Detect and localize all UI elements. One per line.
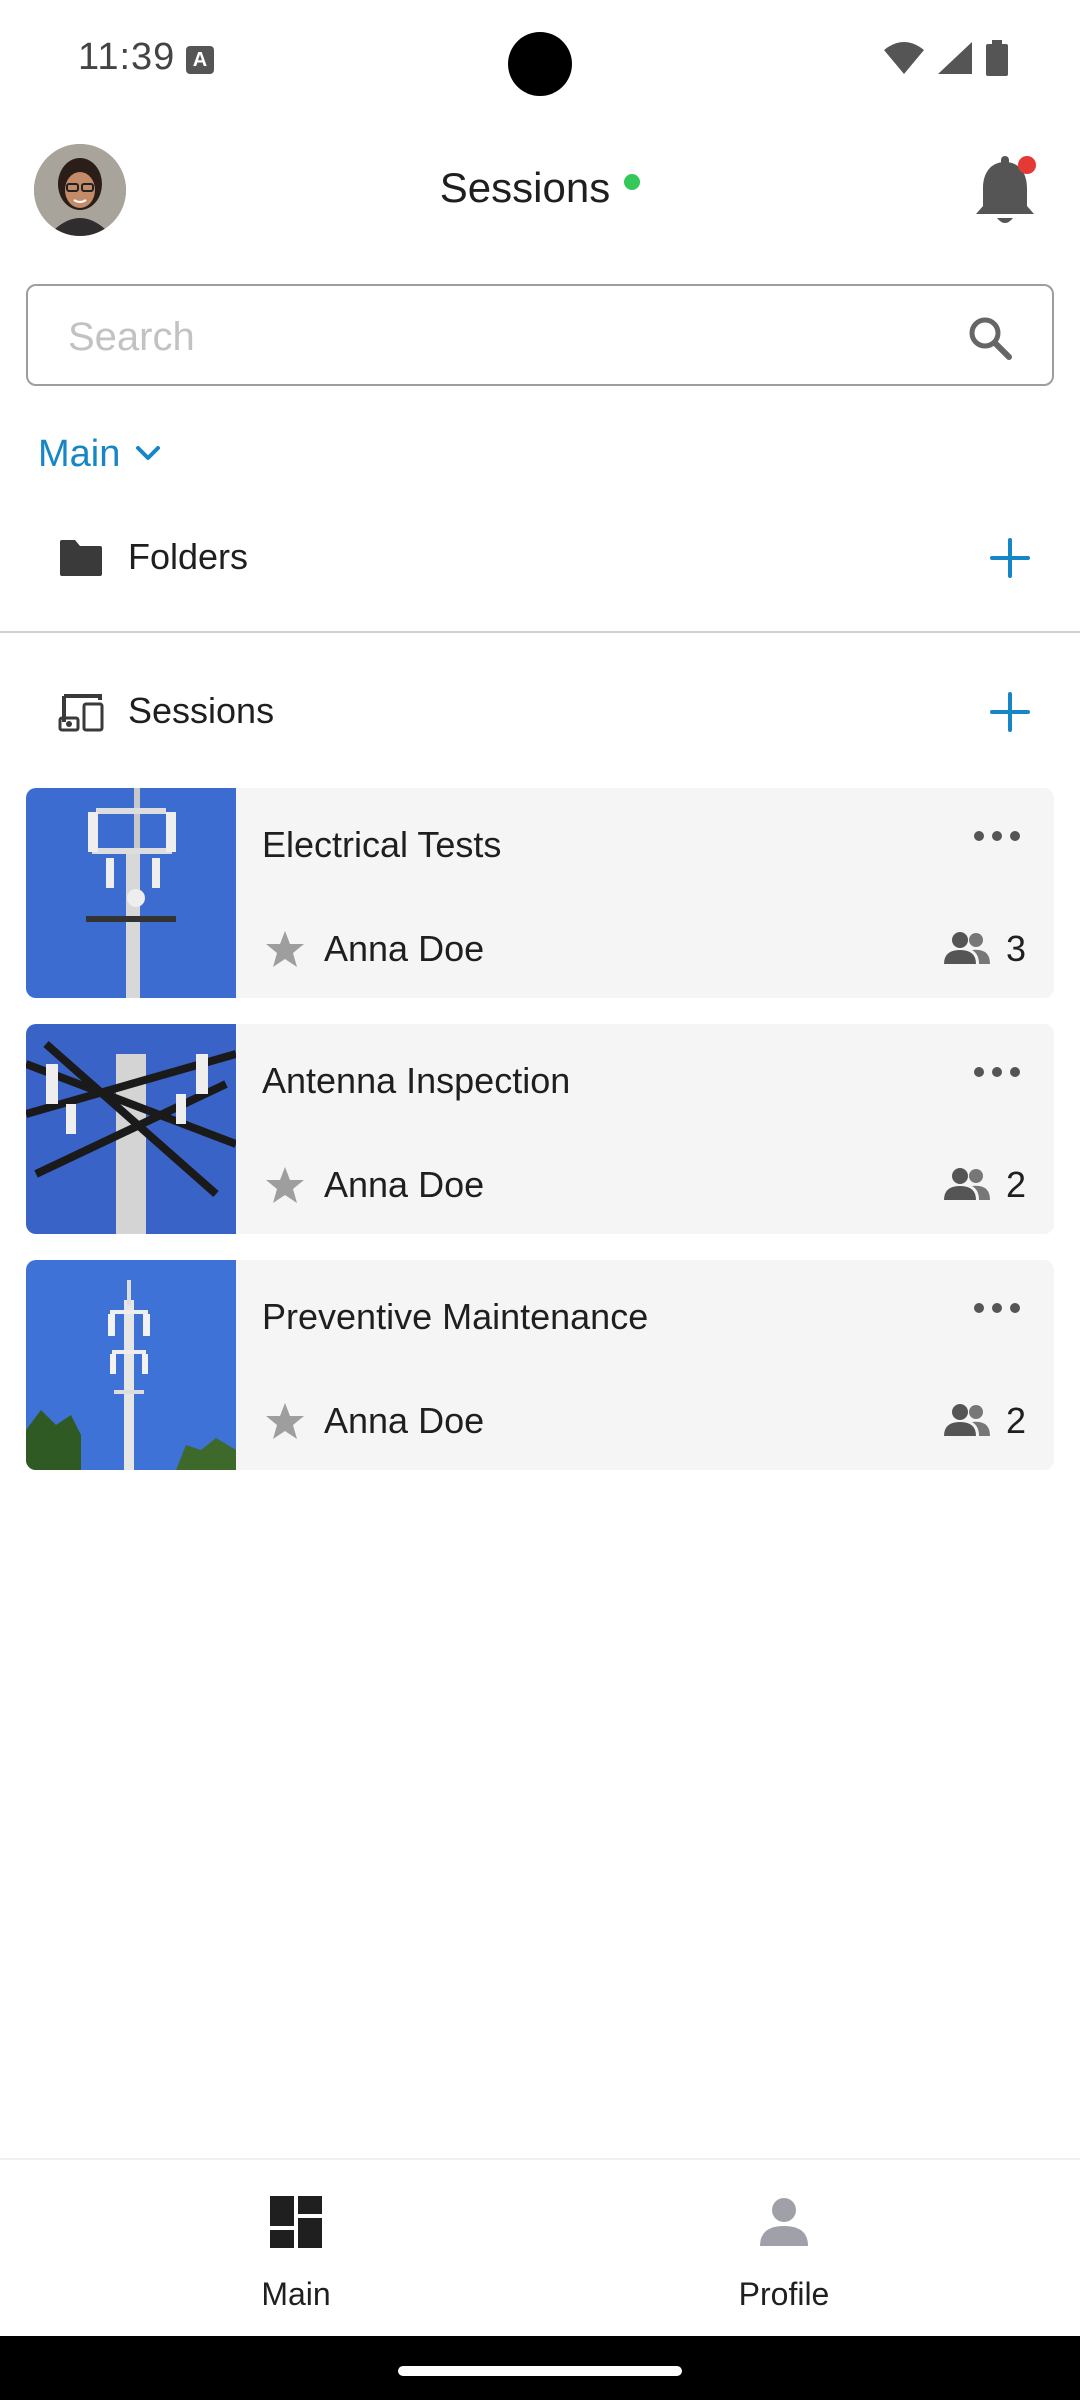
status-icons bbox=[884, 40, 1008, 76]
more-options-icon[interactable] bbox=[968, 1052, 1026, 1092]
search-icon[interactable] bbox=[966, 314, 1014, 362]
session-owner: Anna Doe bbox=[324, 928, 485, 969]
participant-count: 2 bbox=[1005, 1164, 1026, 1205]
folders-label: Folders bbox=[128, 536, 249, 577]
add-session-button[interactable] bbox=[980, 682, 1040, 742]
battery-icon bbox=[986, 40, 1008, 76]
keyboard-notification-icon: A bbox=[186, 46, 214, 74]
session-card-electrical-tests[interactable]: Electrical Tests Anna Doe 3 bbox=[26, 788, 1054, 998]
session-thumbnail bbox=[26, 1260, 236, 1470]
nav-label-profile: Profile bbox=[738, 2276, 830, 2312]
session-title: Preventive Maintenance bbox=[262, 1296, 649, 1337]
system-navigation-bar bbox=[0, 2336, 1080, 2400]
nav-label-main: Main bbox=[261, 2276, 331, 2312]
bottom-navigation: Main Profile bbox=[0, 2158, 1080, 2336]
star-icon[interactable] bbox=[264, 1164, 306, 1206]
search-input[interactable] bbox=[68, 310, 928, 364]
cellular-signal-icon bbox=[938, 42, 972, 74]
app-header: Sessions bbox=[0, 140, 1080, 240]
online-status-dot bbox=[624, 174, 641, 190]
more-options-icon[interactable] bbox=[968, 1288, 1026, 1328]
folder-icon bbox=[60, 540, 102, 576]
dashboard-icon bbox=[270, 2196, 322, 2248]
devices-icon bbox=[58, 694, 104, 732]
participant-count: 2 bbox=[1005, 1400, 1026, 1441]
person-icon bbox=[760, 2198, 808, 2246]
notifications-button[interactable] bbox=[970, 154, 1040, 230]
sessions-label: Sessions bbox=[128, 690, 275, 731]
camera-cutout bbox=[508, 32, 572, 96]
title-container: Sessions bbox=[0, 164, 1080, 212]
section-divider bbox=[0, 631, 1080, 633]
participants-icon bbox=[944, 932, 990, 964]
status-bar: 11:39 A bbox=[0, 0, 1080, 120]
search-box bbox=[26, 284, 1054, 386]
folders-section-header: Folders bbox=[0, 518, 1080, 598]
more-options-icon[interactable] bbox=[968, 816, 1026, 856]
nav-item-profile[interactable]: Profile bbox=[514, 2160, 1054, 2338]
session-owner: Anna Doe bbox=[324, 1164, 485, 1205]
participant-count: 3 bbox=[1005, 928, 1026, 969]
chevron-down-icon bbox=[136, 446, 161, 460]
participants-icon bbox=[944, 1404, 990, 1436]
star-icon[interactable] bbox=[264, 928, 306, 970]
star-icon[interactable] bbox=[264, 1400, 306, 1442]
nav-item-main[interactable]: Main bbox=[26, 2160, 566, 2338]
session-thumbnail bbox=[26, 1024, 236, 1234]
status-time: 11:39 bbox=[78, 36, 176, 78]
participants-icon bbox=[944, 1168, 990, 1200]
wifi-icon bbox=[884, 42, 924, 74]
session-thumbnail bbox=[26, 788, 236, 998]
workspace-dropdown[interactable]: Main bbox=[38, 428, 162, 480]
workspace-dropdown-label: Main bbox=[38, 432, 121, 475]
add-folder-button[interactable] bbox=[980, 528, 1040, 588]
session-title: Electrical Tests bbox=[262, 824, 502, 865]
session-owner: Anna Doe bbox=[324, 1400, 485, 1441]
session-card-antenna-inspection[interactable]: Antenna Inspection Anna Doe 2 bbox=[26, 1024, 1054, 1234]
sessions-section-header: Sessions bbox=[0, 672, 1080, 752]
page-title: Sessions bbox=[439, 164, 611, 211]
home-gesture-handle[interactable] bbox=[398, 2366, 682, 2376]
session-title: Antenna Inspection bbox=[262, 1060, 571, 1101]
notification-badge bbox=[1018, 156, 1036, 174]
session-card-preventive-maintenance[interactable]: Preventive Maintenance Anna Doe 2 bbox=[26, 1260, 1054, 1470]
